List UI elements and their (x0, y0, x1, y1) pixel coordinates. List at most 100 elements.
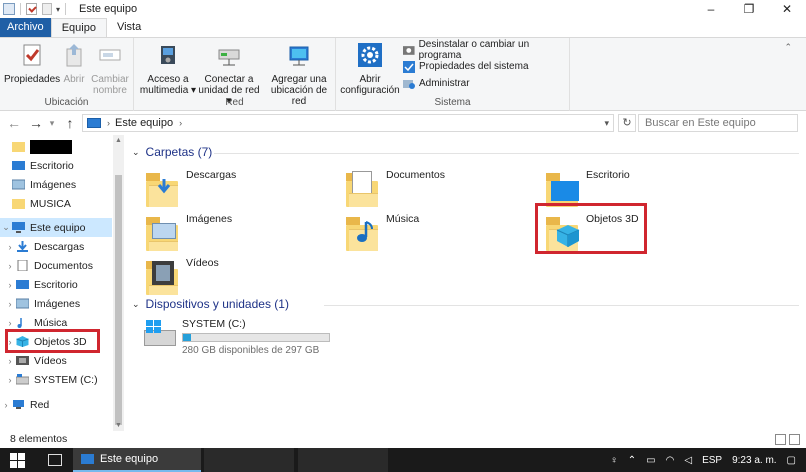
chevron-right-icon[interactable]: › (4, 299, 16, 309)
navigation-scrollbar[interactable]: ▲ ▼ (113, 135, 124, 431)
chevron-right-icon[interactable]: › (0, 400, 12, 410)
chevron-right-icon[interactable]: › (4, 318, 16, 328)
chevron-down-icon[interactable]: ⌄ (0, 222, 12, 233)
large-icons-view-icon[interactable] (789, 434, 800, 445)
administrar-button[interactable]: Administrar (403, 76, 470, 91)
uninstall-icon (403, 45, 415, 55)
group-label-sistema: Sistema (434, 97, 471, 108)
clock[interactable]: 9:23 a. m. (732, 455, 776, 466)
abrir-button[interactable]: Abrir (60, 42, 88, 85)
cambiar-nombre-button[interactable]: Cambiar nombre (90, 42, 130, 96)
section-header-dispositivos[interactable]: ⌄ Dispositivos y unidades (1) (132, 297, 289, 311)
propiedades-button[interactable]: Propiedades (4, 42, 60, 85)
scroll-up-icon[interactable]: ▲ (113, 137, 124, 144)
address-dropdown-icon[interactable]: ▾ (604, 118, 609, 129)
tab-equipo[interactable]: Equipo (50, 18, 107, 37)
chevron-right-icon[interactable]: › (4, 280, 16, 290)
taskbar: Este equipo ♀ ⌃ ▭ ◠ ◁ ESP 9:23 a. m. ▢ (0, 448, 806, 472)
chevron-right-icon[interactable]: › (4, 261, 16, 271)
nav-item-quick-1[interactable] (0, 137, 72, 156)
highlight-box-folder-objetos-3d (535, 203, 647, 254)
nav-item-este-equipo[interactable]: ⌄ Este equipo (0, 218, 112, 237)
downloads-icon (17, 241, 28, 252)
quick-access-dropdown-icon[interactable]: ▾ (56, 5, 60, 14)
desinstalar-programa-button[interactable]: Desinstalar o cambiar un programa (403, 39, 569, 61)
desktop-icon (16, 280, 29, 289)
abrir-configuracion-button[interactable]: Abrir configuración (340, 42, 400, 96)
chevron-down-icon[interactable]: ⌄ (132, 299, 140, 310)
nav-item-imagenes-pc[interactable]: › Imágenes (4, 294, 81, 313)
properties-quick-icon[interactable] (26, 3, 37, 15)
folder-videos[interactable]: Vídeos (146, 255, 219, 295)
group-ubicacion: Propiedades Abrir Cambiar nombre Ubicaci… (0, 38, 134, 111)
windows-drive-icon (144, 318, 176, 348)
propiedades-sistema-button[interactable]: Propiedades del sistema (403, 59, 529, 74)
battery-icon[interactable]: ▭ (646, 455, 655, 466)
section-header-carpetas[interactable]: ⌄ Carpetas (7) (132, 145, 212, 159)
chevron-right-icon[interactable]: › (179, 118, 182, 128)
nav-item-escritorio-pc[interactable]: › Escritorio (4, 275, 78, 294)
taskbar-app-slot[interactable] (204, 448, 294, 472)
notifications-icon[interactable]: ▢ (787, 455, 796, 466)
acceso-multimedia-button[interactable]: Acceso a multimedia ▾ (138, 42, 198, 96)
details-view-icon[interactable] (775, 434, 786, 445)
drive-system-c[interactable]: SYSTEM (C:) 280 GB disponibles de 297 GB (144, 318, 330, 356)
music-note-icon (17, 318, 22, 328)
chevron-right-icon[interactable]: › (4, 242, 16, 252)
status-bar: 8 elementos (0, 431, 806, 448)
chevron-down-icon[interactable]: ⌄ (132, 147, 140, 158)
maximize-button[interactable]: ❐ (730, 0, 768, 18)
task-view-icon[interactable] (48, 454, 62, 466)
nav-item-system-c[interactable]: › SYSTEM (C:) (4, 370, 98, 389)
back-arrow-icon[interactable]: ← (4, 115, 24, 131)
people-icon[interactable]: ♀ (610, 455, 618, 466)
group-sistema: Abrir configuración Desinstalar o cambia… (336, 38, 570, 111)
nav-item-videos[interactable]: › Vídeos (4, 351, 67, 370)
folder-descargas[interactable]: Descargas (146, 167, 236, 207)
chevron-right-icon[interactable]: › (4, 375, 16, 385)
window-title: Este equipo (79, 3, 138, 15)
taskbar-app-este-equipo[interactable]: Este equipo (73, 448, 201, 472)
folder-imagenes[interactable]: Imágenes (146, 211, 232, 251)
recent-dropdown-icon[interactable]: ▾ (42, 118, 62, 129)
scrollbar-thumb[interactable] (115, 175, 122, 425)
nav-item-red[interactable]: › Red (0, 395, 50, 414)
close-button[interactable]: ✕ (768, 0, 806, 18)
taskbar-app-slot[interactable] (298, 448, 388, 472)
tab-vista[interactable]: Vista (107, 18, 151, 37)
computer-icon (81, 454, 94, 464)
drive-usage-bar (182, 333, 330, 342)
nav-item-documentos[interactable]: › Documentos (4, 256, 93, 275)
scroll-down-icon[interactable]: ▼ (113, 422, 124, 429)
address-bar: ← → ▾ ↑ › Este equipo › ▾ ↻ Buscar en Es… (0, 111, 806, 135)
music-folder-icon (346, 211, 380, 251)
volume-icon[interactable]: ◁ (684, 455, 692, 466)
folder-escritorio[interactable]: Escritorio (546, 167, 630, 207)
network-tray-icon[interactable]: ◠ (666, 455, 675, 466)
explorer-icon[interactable] (3, 3, 15, 15)
open-icon (66, 44, 82, 67)
up-arrow-icon[interactable]: ↑ (60, 115, 80, 131)
windows-start-icon[interactable] (10, 453, 25, 468)
search-input[interactable]: Buscar en Este equipo (638, 114, 798, 132)
tab-archivo[interactable]: Archivo (0, 18, 51, 37)
nav-item-imagenes[interactable]: Imágenes (0, 175, 76, 194)
group-red: Acceso a multimedia ▾ Conectar a unidad … (134, 38, 336, 111)
address-path-box[interactable]: › Este equipo › ▾ (82, 114, 614, 132)
nav-item-descargas[interactable]: › Descargas (4, 237, 85, 256)
folder-icon (12, 199, 25, 209)
breadcrumb-este-equipo[interactable]: Este equipo (115, 117, 173, 129)
chevron-right-icon[interactable]: › (107, 118, 110, 128)
nav-item-musica-folder[interactable]: MUSICA (0, 194, 71, 213)
chevron-up-icon[interactable]: ⌃ (628, 455, 636, 466)
refresh-icon[interactable]: ↻ (618, 114, 636, 132)
chevron-right-icon[interactable]: › (4, 356, 16, 366)
new-folder-quick-icon[interactable] (42, 3, 52, 15)
nav-item-escritorio[interactable]: Escritorio (0, 156, 74, 175)
collapse-ribbon-icon[interactable]: ⌃ (784, 42, 792, 53)
minimize-button[interactable]: – (692, 0, 730, 18)
folder-documentos[interactable]: Documentos (346, 167, 445, 207)
computer-icon (87, 118, 101, 128)
language-indicator[interactable]: ESP (702, 455, 722, 466)
folder-musica[interactable]: Música (346, 211, 419, 251)
